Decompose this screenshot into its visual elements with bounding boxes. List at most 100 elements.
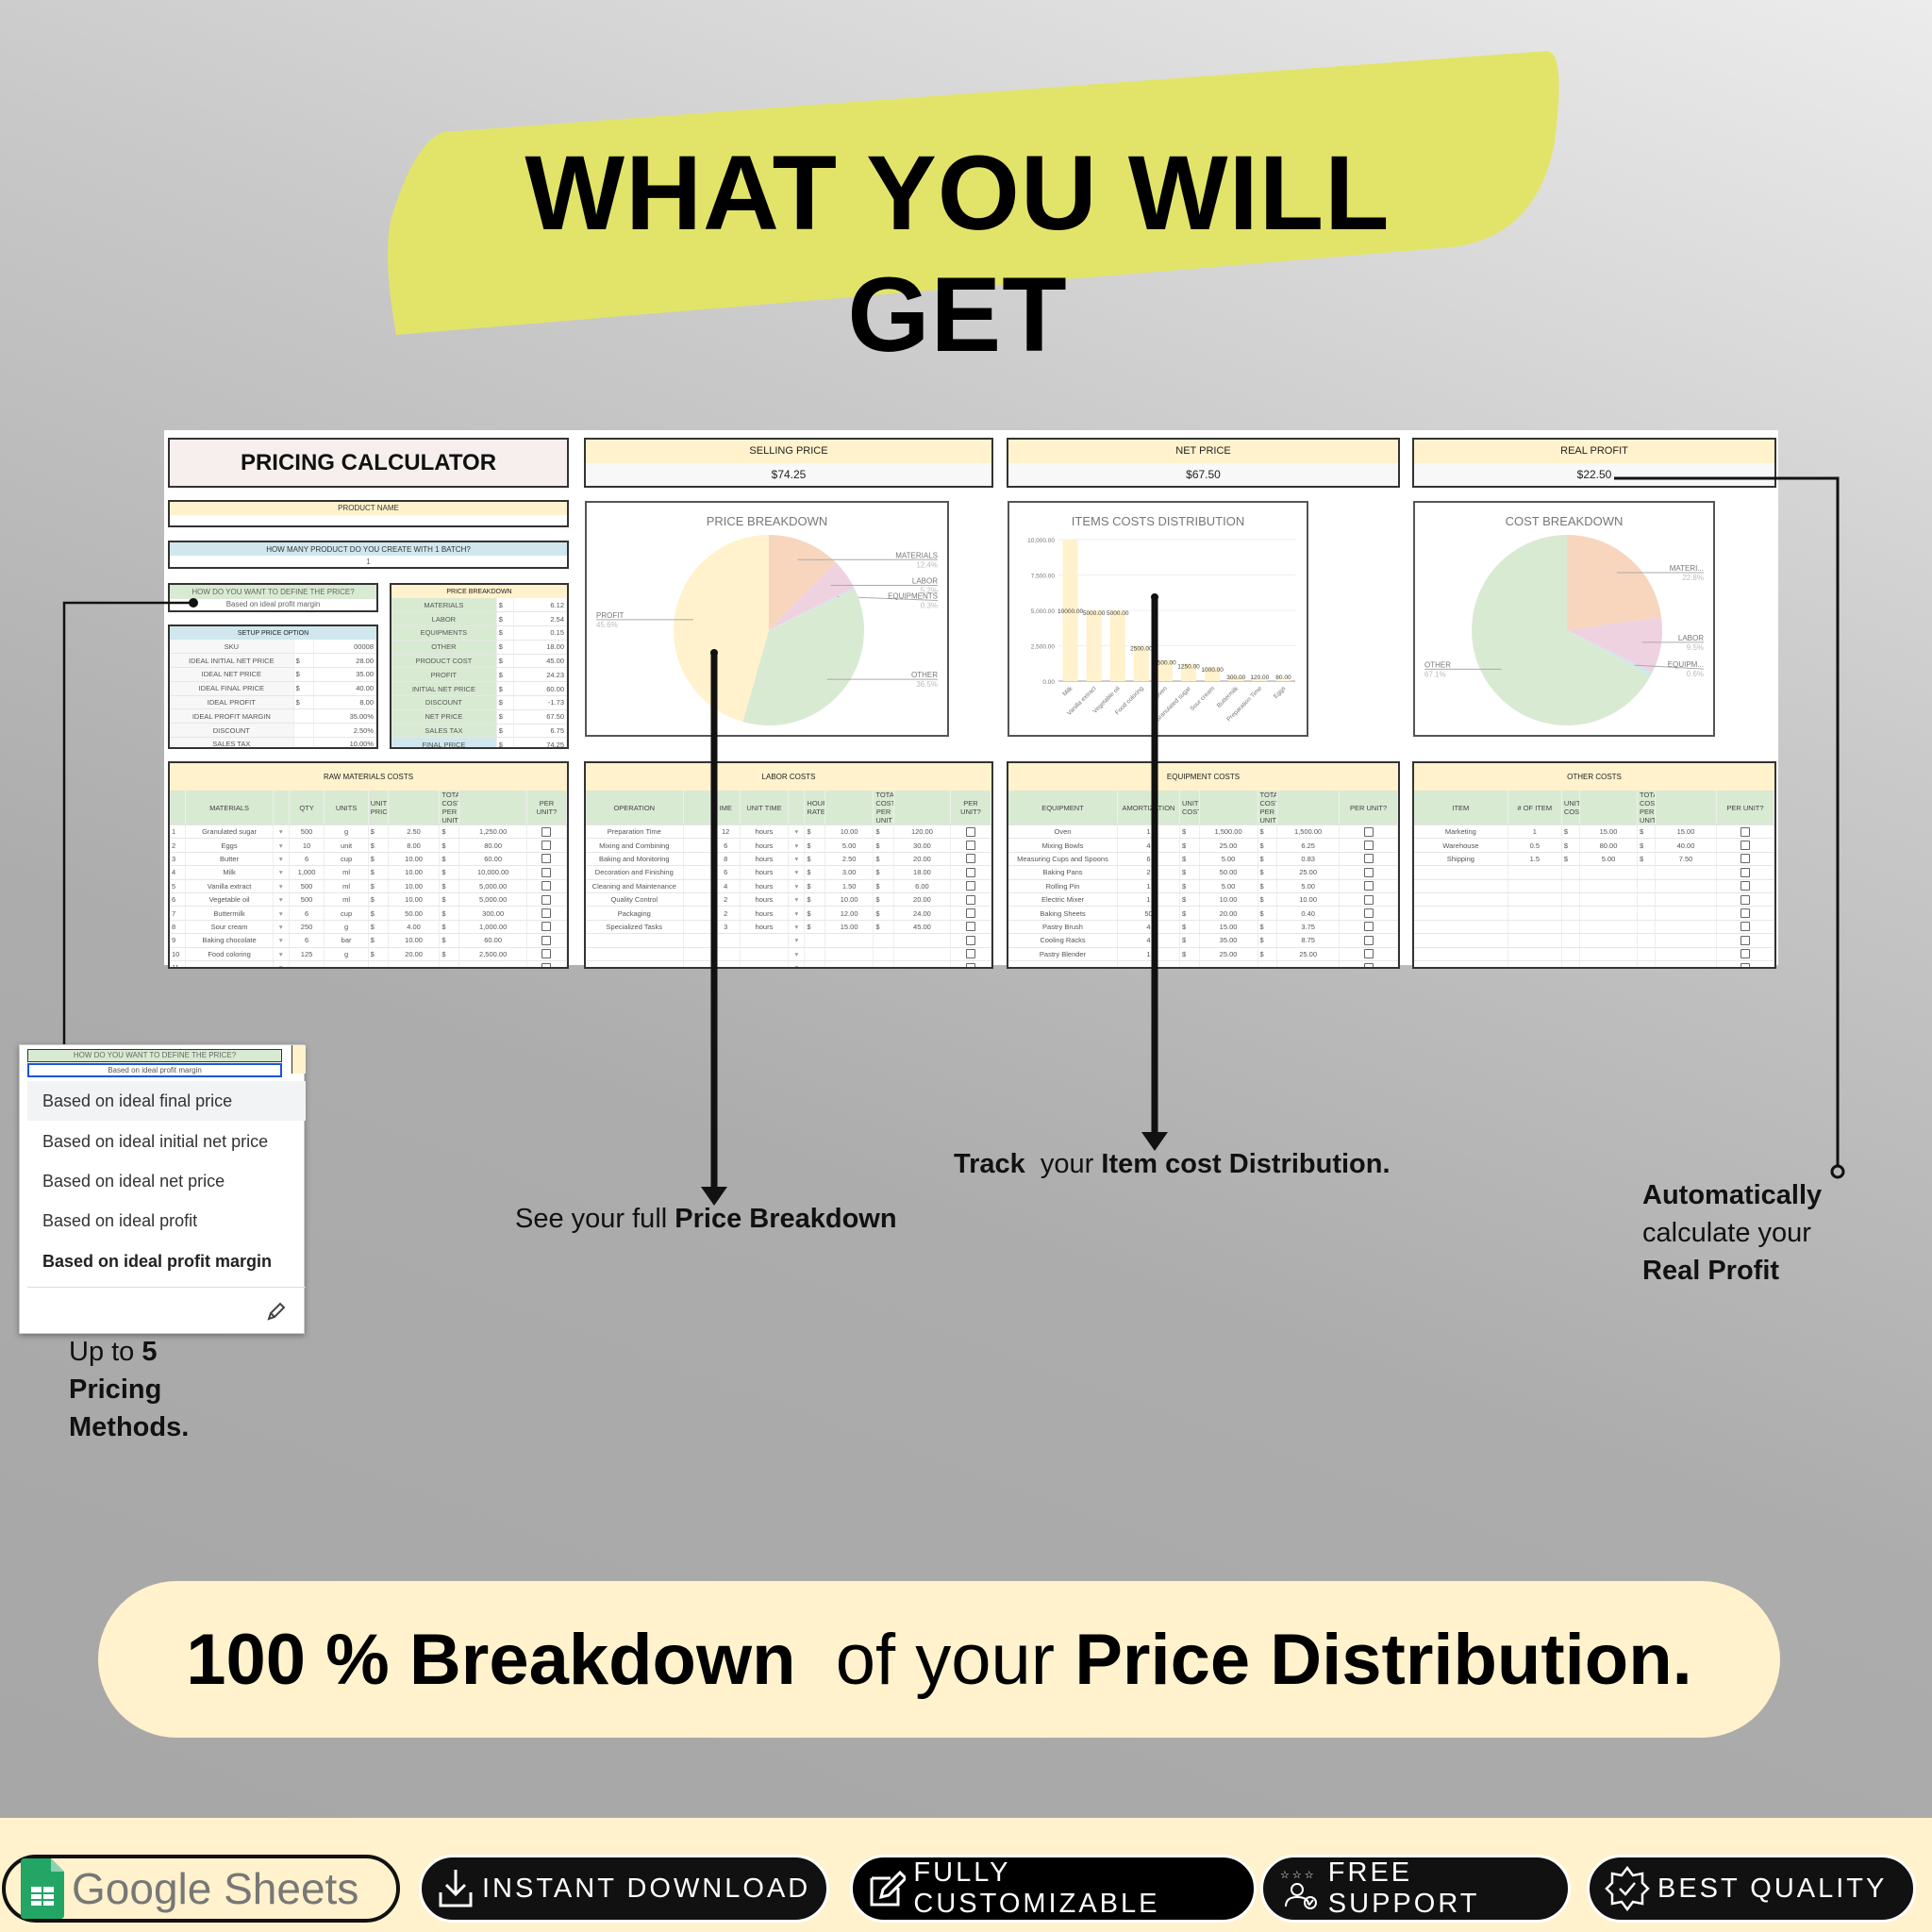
dropdown-arrow[interactable]: ▾ — [273, 947, 290, 961]
row-label: FINAL PRICE — [391, 737, 497, 747]
table-row: IDEAL NET PRICE $35.00 — [170, 667, 376, 682]
per-unit-checkbox[interactable] — [950, 933, 991, 948]
dropdown-option[interactable]: Based on ideal final price — [27, 1081, 306, 1121]
table-cell — [1637, 960, 1657, 967]
per-unit-checkbox[interactable] — [1339, 960, 1398, 967]
per-unit-checkbox[interactable] — [526, 906, 567, 921]
per-unit-checkbox[interactable] — [1716, 879, 1774, 893]
table-cell: $ — [873, 852, 894, 867]
per-unit-checkbox[interactable] — [950, 879, 991, 893]
dropdown-arrow[interactable]: ▾ — [788, 933, 806, 948]
per-unit-checkbox[interactable] — [1339, 852, 1398, 867]
dropdown-option[interactable]: Based on ideal initial net price — [27, 1122, 306, 1161]
dropdown-arrow[interactable]: ▾ — [788, 852, 806, 867]
dropdown-selected-value[interactable]: Based on ideal profit margin — [27, 1063, 282, 1077]
per-unit-checkbox[interactable] — [1339, 892, 1398, 908]
table-cell — [324, 960, 369, 967]
per-unit-checkbox[interactable] — [950, 947, 991, 961]
table-cell — [1579, 906, 1639, 921]
table-cell: Baking chocolate — [185, 933, 274, 948]
per-unit-checkbox[interactable] — [526, 838, 567, 853]
table-cell — [1655, 892, 1717, 908]
dropdown-option[interactable]: Based on ideal net price — [27, 1161, 306, 1201]
per-unit-checkbox[interactable] — [1339, 947, 1398, 961]
per-unit-checkbox[interactable] — [526, 947, 567, 961]
table-cell: 1,500.00 — [1276, 824, 1341, 840]
instant-download-badge: INSTANT DOWNLOAD — [419, 1855, 829, 1923]
per-unit-checkbox[interactable] — [1339, 824, 1398, 840]
per-unit-checkbox[interactable] — [1716, 824, 1774, 840]
batch-size-field[interactable]: HOW MANY PRODUCT DO YOU CREATE WITH 1 BA… — [168, 541, 569, 569]
dropdown-arrow[interactable]: ▾ — [273, 852, 290, 867]
per-unit-checkbox[interactable] — [950, 852, 991, 867]
per-unit-checkbox[interactable] — [1716, 947, 1774, 961]
dropdown-arrow[interactable]: ▾ — [788, 838, 806, 853]
per-unit-checkbox[interactable] — [1716, 865, 1774, 880]
dropdown-arrow[interactable]: ▾ — [273, 920, 290, 935]
per-unit-checkbox[interactable] — [526, 892, 567, 908]
table-cell — [1655, 960, 1717, 967]
dropdown-arrow[interactable]: ▾ — [788, 865, 806, 880]
per-unit-checkbox[interactable] — [526, 960, 567, 967]
per-unit-checkbox[interactable] — [526, 920, 567, 935]
per-unit-checkbox[interactable] — [1339, 879, 1398, 893]
dropdown-arrow[interactable]: ▾ — [273, 879, 290, 893]
dropdown-arrow[interactable]: ▾ — [273, 960, 290, 967]
per-unit-checkbox[interactable] — [950, 824, 991, 840]
table-row: LABOR $2.54 — [391, 611, 567, 627]
per-unit-checkbox[interactable] — [950, 920, 991, 935]
per-unit-checkbox[interactable] — [950, 892, 991, 908]
dropdown-arrow[interactable]: ▾ — [273, 838, 290, 853]
dropdown-arrow[interactable]: ▾ — [788, 892, 806, 908]
table-cell: 15.00 — [1199, 920, 1258, 935]
per-unit-checkbox[interactable] — [1339, 933, 1398, 948]
dropdown-option[interactable]: Based on ideal profit — [27, 1201, 306, 1241]
table-cell: 15.00 — [1579, 824, 1639, 840]
dropdown-arrow[interactable]: ▾ — [788, 947, 806, 961]
dropdown-arrow[interactable]: ▾ — [273, 933, 290, 948]
define-price-dropdown[interactable]: HOW DO YOU WANT TO DEFINE THE PRICE? Base… — [168, 583, 378, 612]
per-unit-checkbox[interactable] — [950, 865, 991, 880]
dropdown-arrow[interactable]: ▾ — [273, 824, 290, 840]
table-row: Pastry Brush 4 $15.00 $3.75 — [1008, 920, 1398, 935]
table-cell: 6.00 — [893, 879, 952, 893]
dropdown-option-selected[interactable]: Based on ideal profit margin — [27, 1241, 306, 1281]
dropdown-arrow[interactable]: ▾ — [788, 960, 806, 967]
per-unit-checkbox[interactable] — [526, 852, 567, 867]
per-unit-checkbox[interactable] — [1716, 933, 1774, 948]
row-value: 28.00 — [313, 653, 376, 669]
dropdown-arrow[interactable]: ▾ — [273, 892, 290, 908]
per-unit-checkbox[interactable] — [1716, 906, 1774, 921]
per-unit-checkbox[interactable] — [526, 933, 567, 948]
per-unit-checkbox[interactable] — [1716, 852, 1774, 867]
bar-data-label: 120.00 — [1250, 675, 1269, 681]
per-unit-checkbox[interactable] — [950, 960, 991, 967]
dropdown-arrow[interactable]: ▾ — [788, 879, 806, 893]
per-unit-checkbox[interactable] — [1339, 838, 1398, 853]
per-unit-checkbox[interactable] — [1716, 838, 1774, 853]
per-unit-checkbox[interactable] — [1716, 920, 1774, 935]
per-unit-checkbox[interactable] — [950, 906, 991, 921]
per-unit-checkbox[interactable] — [526, 824, 567, 840]
per-unit-checkbox[interactable] — [950, 838, 991, 853]
per-unit-checkbox[interactable] — [1339, 920, 1398, 935]
per-unit-checkbox[interactable] — [1716, 892, 1774, 908]
per-unit-checkbox[interactable] — [1339, 906, 1398, 921]
per-unit-checkbox[interactable] — [1339, 865, 1398, 880]
dropdown-arrow[interactable]: ▾ — [788, 920, 806, 935]
row-value: 40.00 — [313, 681, 376, 696]
table-row: Shipping 1.5 $5.00 $7.50 — [1414, 852, 1774, 867]
table-cell: $ — [873, 879, 894, 893]
dropdown-arrow[interactable]: ▾ — [788, 824, 806, 840]
field-value: 1 — [366, 557, 371, 566]
dropdown-arrow[interactable]: ▾ — [788, 906, 806, 921]
dropdown-arrow[interactable]: ▾ — [273, 865, 290, 880]
dropdown-arrow[interactable]: ▾ — [273, 906, 290, 921]
table-cell — [804, 933, 825, 948]
product-name-field[interactable]: PRODUCT NAME — [168, 500, 569, 527]
table-cell: hours — [740, 852, 790, 867]
per-unit-checkbox[interactable] — [1716, 960, 1774, 967]
pencil-icon[interactable] — [265, 1300, 288, 1323]
per-unit-checkbox[interactable] — [526, 865, 567, 880]
per-unit-checkbox[interactable] — [526, 879, 567, 893]
